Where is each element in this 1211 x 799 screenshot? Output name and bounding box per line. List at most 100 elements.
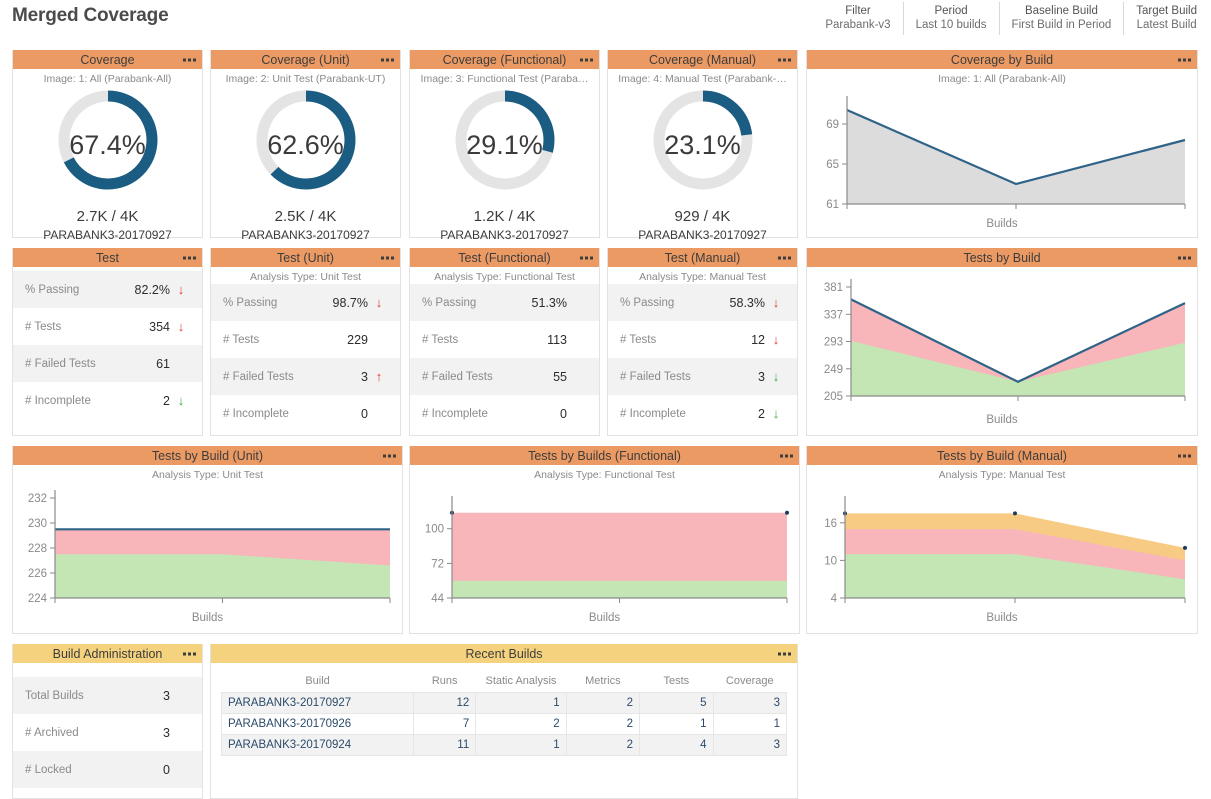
card-menu-icon[interactable]	[1178, 58, 1191, 61]
column-header-tests[interactable]: Tests	[640, 671, 713, 693]
metric-value: 12	[751, 333, 765, 347]
metric-value: 2	[163, 394, 170, 408]
column-header-static-analysis[interactable]: Static Analysis	[476, 671, 566, 693]
metric-value: 51.3%	[532, 296, 567, 310]
donut-percent: 67.4%	[13, 130, 202, 161]
donut-fraction: 1.2K / 4K	[410, 208, 599, 225]
table-row: PARABANK3-20170927 12 1 2 5 3	[222, 693, 787, 714]
filter-value: Latest Build	[1137, 18, 1197, 33]
card-header: Recent Builds	[211, 644, 797, 663]
metric-row: % Passing 58.3% ↓	[608, 284, 797, 321]
card-menu-icon[interactable]	[1178, 256, 1191, 259]
filter-value: First Build in Period	[1012, 18, 1112, 33]
metric-label: % Passing	[223, 297, 333, 309]
build-link[interactable]: PARABANK3-20170924	[222, 735, 414, 756]
trend-none-icon: ↓	[174, 688, 188, 703]
chart-xlabel: Builds	[807, 414, 1197, 426]
column-header-runs[interactable]: Runs	[414, 671, 476, 693]
card-menu-icon[interactable]	[381, 256, 394, 259]
card-title: Coverage (Functional)	[443, 53, 567, 67]
card-menu-icon[interactable]	[183, 58, 196, 61]
build-link[interactable]: PARABANK3-20170927	[222, 693, 414, 714]
filter-cell-baseline-build[interactable]: Baseline Build First Build in Period	[999, 2, 1124, 35]
donut-percent: 29.1%	[410, 130, 599, 161]
metric-value: 3	[163, 726, 170, 740]
filter-cell-period[interactable]: Period Last 10 builds	[903, 2, 999, 35]
card-coverage-functional: Coverage (Functional) Image: 3: Function…	[409, 50, 600, 238]
cell-runs: 12	[414, 693, 476, 714]
card-subtitle: Image: 1: All (Parabank-All)	[13, 69, 202, 86]
column-header-build[interactable]: Build	[222, 671, 414, 693]
card-menu-icon[interactable]	[580, 58, 593, 61]
metric-label: # Tests	[620, 334, 751, 346]
card-test-manual: Test (Manual) Analysis Type: Manual Test…	[607, 248, 798, 436]
build-link[interactable]: PARABANK3-20170926	[222, 714, 414, 735]
card-header: Test (Manual)	[608, 248, 797, 267]
page-title: Merged Coverage	[12, 5, 168, 27]
card-header: Build Administration	[13, 644, 202, 663]
card-menu-icon[interactable]	[183, 256, 196, 259]
table-header-row: Build Runs Static Analysis Metrics Tests…	[222, 671, 787, 693]
metric-value: 0	[560, 407, 567, 421]
svg-text:69: 69	[826, 119, 839, 131]
card-menu-icon[interactable]	[383, 454, 396, 457]
card-menu-icon[interactable]	[778, 58, 791, 61]
column-header-coverage[interactable]: Coverage	[713, 671, 786, 693]
cell-runs: 7	[414, 714, 476, 735]
card-menu-icon[interactable]	[778, 256, 791, 259]
donut-fraction: 929 / 4K	[608, 208, 797, 225]
metric-label: # Archived	[25, 727, 163, 739]
card-title: Test (Manual)	[665, 251, 741, 265]
trend-none-icon: ↓	[372, 406, 386, 421]
svg-text:65: 65	[826, 159, 839, 171]
donut-chart-coverage-unit: 62.6%	[211, 88, 400, 206]
trend-down-icon: ↓	[769, 332, 783, 347]
card-title: Test (Functional)	[458, 251, 550, 265]
card-header: Tests by Build	[807, 248, 1197, 267]
metric-label: % Passing	[620, 297, 730, 309]
metric-value: 354	[149, 320, 170, 334]
card-title: Tests by Builds (Functional)	[528, 449, 681, 463]
chart-xlabel: Builds	[410, 612, 799, 624]
cell-static-analysis: 1	[476, 693, 566, 714]
card-title: Build Administration	[53, 647, 163, 661]
card-header: Tests by Build (Unit)	[13, 446, 402, 465]
filter-label: Target Build	[1136, 4, 1197, 18]
card-menu-icon[interactable]	[580, 256, 593, 259]
card-title: Recent Builds	[465, 647, 542, 661]
filter-cell-target-build[interactable]: Target Build Latest Build	[1123, 2, 1209, 35]
metric-label: # Failed Tests	[223, 371, 361, 383]
donut-fraction: 2.7K / 4K	[13, 208, 202, 225]
svg-text:44: 44	[431, 593, 444, 605]
svg-text:226: 226	[28, 568, 47, 580]
card-coverage-by-build: Coverage by Build Image: 1: All (Paraban…	[806, 50, 1198, 238]
metric-value: 3	[361, 370, 368, 384]
card-title: Coverage (Manual)	[649, 53, 756, 67]
donut-chart-coverage: 67.4%	[13, 88, 202, 206]
metric-row: # Locked 0 ↓	[13, 751, 202, 788]
card-menu-icon[interactable]	[778, 652, 791, 655]
column-header-metrics[interactable]: Metrics	[566, 671, 639, 693]
metric-value: 61	[156, 357, 170, 371]
card-menu-icon[interactable]	[780, 454, 793, 457]
card-coverage-manual: Coverage (Manual) Image: 4: Manual Test …	[607, 50, 798, 238]
svg-text:4: 4	[831, 593, 838, 605]
metric-value: 113	[547, 333, 567, 347]
metric-label: # Tests	[25, 321, 149, 333]
card-menu-icon[interactable]	[381, 58, 394, 61]
svg-text:61: 61	[826, 199, 839, 211]
cell-tests: 5	[640, 693, 713, 714]
cell-tests: 1	[640, 714, 713, 735]
metrics-list: % Passing 51.3% ↓ # Tests 113 ↓ # Failed…	[410, 284, 599, 432]
trend-down-icon: ↓	[769, 295, 783, 310]
trend-none-icon: ↓	[571, 406, 585, 421]
filter-cell-filter[interactable]: Filter Parabank-v3	[813, 2, 902, 35]
svg-text:228: 228	[28, 543, 47, 555]
card-header: Coverage	[13, 50, 202, 69]
metric-label: # Tests	[422, 334, 547, 346]
cell-metrics: 2	[566, 714, 639, 735]
card-menu-icon[interactable]	[183, 652, 196, 655]
card-title: Coverage	[80, 53, 134, 67]
filter-label: Filter	[845, 4, 871, 18]
card-menu-icon[interactable]	[1178, 454, 1191, 457]
